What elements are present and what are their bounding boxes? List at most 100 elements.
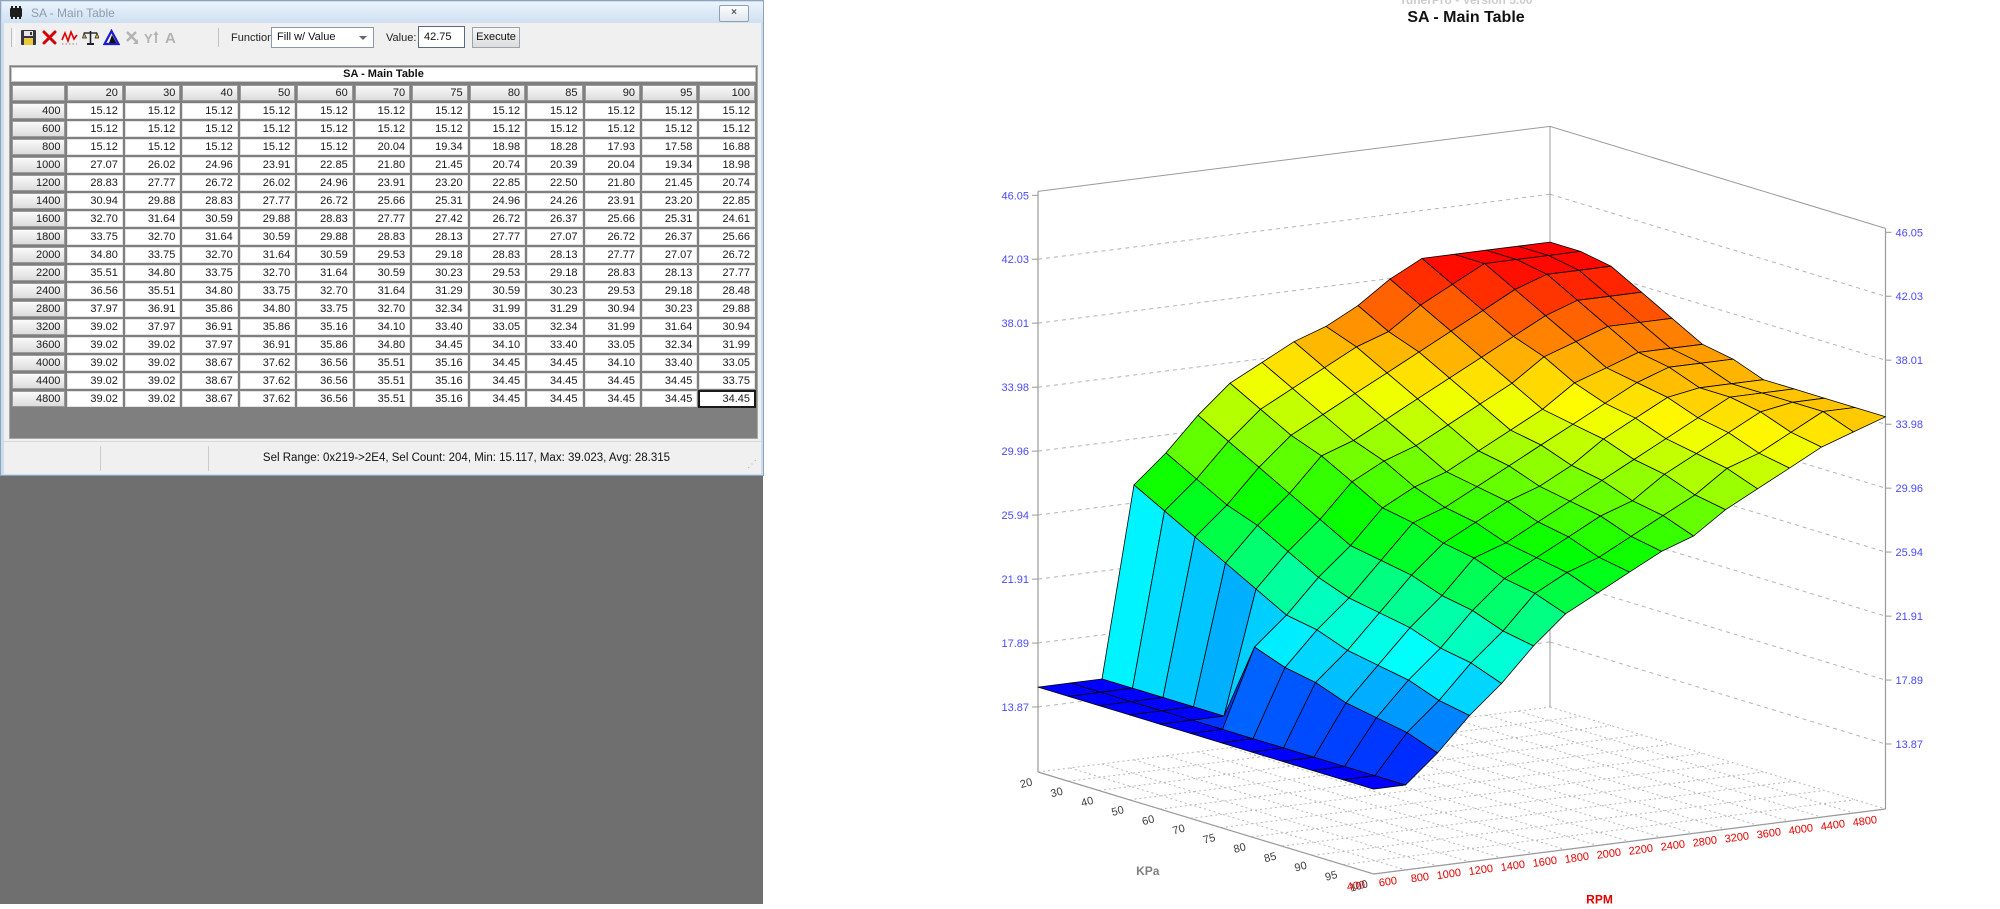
col-header[interactable]: 70: [355, 85, 410, 101]
table-cell[interactable]: 18.28: [527, 139, 582, 155]
table-cell[interactable]: 15.12: [412, 121, 467, 137]
table-cell[interactable]: 31.64: [240, 247, 295, 263]
table-cell[interactable]: 32.70: [240, 265, 295, 281]
table-cell[interactable]: 33.40: [527, 337, 582, 353]
table-cell[interactable]: 33.40: [412, 319, 467, 335]
table-cell[interactable]: 31.64: [297, 265, 352, 281]
table-cell[interactable]: 15.12: [182, 139, 237, 155]
table-cell[interactable]: 15.12: [182, 121, 237, 137]
col-header[interactable]: 40: [182, 85, 237, 101]
table-cell[interactable]: 15.12: [642, 103, 697, 119]
table-cell[interactable]: 24.26: [527, 193, 582, 209]
table-cell[interactable]: 30.94: [67, 193, 122, 209]
table-cell[interactable]: 15.12: [585, 103, 640, 119]
table-cell[interactable]: 32.34: [642, 337, 697, 353]
table-cell-selected[interactable]: 34.45: [699, 391, 755, 407]
table-cell[interactable]: 28.48: [699, 283, 755, 299]
waveform-trace-icon[interactable]: [61, 29, 78, 46]
table-cell[interactable]: 31.29: [527, 301, 582, 317]
table-cell[interactable]: 33.75: [67, 229, 122, 245]
row-header[interactable]: 3200: [12, 319, 65, 335]
row-header[interactable]: 4400: [12, 373, 65, 389]
scales-compare-icon[interactable]: [82, 29, 99, 46]
table-cell[interactable]: 17.93: [585, 139, 640, 155]
table-cell[interactable]: 37.62: [240, 373, 295, 389]
table-cell[interactable]: 39.02: [125, 355, 180, 371]
table-cell[interactable]: 29.53: [585, 283, 640, 299]
table-cell[interactable]: 15.12: [699, 121, 755, 137]
table-cell[interactable]: 33.05: [470, 319, 525, 335]
table-cell[interactable]: 33.40: [642, 355, 697, 371]
table-cell[interactable]: 24.96: [470, 193, 525, 209]
table-cell[interactable]: 27.07: [67, 157, 122, 173]
table-cell[interactable]: 28.83: [585, 265, 640, 281]
table-cell[interactable]: 33.05: [585, 337, 640, 353]
table-cell[interactable]: 34.10: [585, 355, 640, 371]
table-cell[interactable]: 22.85: [470, 175, 525, 191]
table-cell[interactable]: 34.45: [527, 373, 582, 389]
table-cell[interactable]: 36.91: [182, 319, 237, 335]
table-cell[interactable]: 37.62: [240, 355, 295, 371]
table-cell[interactable]: 35.16: [297, 319, 352, 335]
table-cell[interactable]: 23.91: [240, 157, 295, 173]
row-header[interactable]: 2000: [12, 247, 65, 263]
corner-header[interactable]: [12, 85, 65, 101]
table-cell[interactable]: 25.31: [642, 211, 697, 227]
table-cell[interactable]: 26.02: [125, 157, 180, 173]
table-cell[interactable]: 30.59: [297, 247, 352, 263]
table-cell[interactable]: 29.18: [527, 265, 582, 281]
table-cell[interactable]: 20.74: [470, 157, 525, 173]
table-cell[interactable]: 37.97: [67, 301, 122, 317]
table-cell[interactable]: 35.51: [355, 355, 410, 371]
table-cell[interactable]: 26.02: [240, 175, 295, 191]
table-cell[interactable]: 15.12: [125, 121, 180, 137]
row-header[interactable]: 1800: [12, 229, 65, 245]
table-cell[interactable]: 21.45: [412, 157, 467, 173]
col-header[interactable]: 75: [412, 85, 467, 101]
table-cell[interactable]: 30.59: [240, 229, 295, 245]
table-cell[interactable]: 27.77: [470, 229, 525, 245]
row-header[interactable]: 600: [12, 121, 65, 137]
table-cell[interactable]: 34.45: [642, 391, 697, 407]
table-cell[interactable]: 38.67: [182, 373, 237, 389]
table-cell[interactable]: 37.97: [182, 337, 237, 353]
col-header[interactable]: 30: [125, 85, 180, 101]
table-cell[interactable]: 34.45: [642, 373, 697, 389]
col-header[interactable]: 85: [527, 85, 582, 101]
table-cell[interactable]: 37.97: [125, 319, 180, 335]
close-button[interactable]: ×: [719, 5, 749, 22]
table-cell[interactable]: 29.88: [699, 301, 755, 317]
table-cell[interactable]: 15.12: [67, 103, 122, 119]
table-cell[interactable]: 15.12: [67, 139, 122, 155]
table-cell[interactable]: 27.77: [240, 193, 295, 209]
table-cell[interactable]: 36.91: [125, 301, 180, 317]
table-cell[interactable]: 20.39: [527, 157, 582, 173]
table-cell[interactable]: 22.85: [699, 193, 755, 209]
table-cell[interactable]: 37.62: [240, 391, 295, 407]
table-cell[interactable]: 30.23: [412, 265, 467, 281]
table-cell[interactable]: 17.58: [642, 139, 697, 155]
table-cell[interactable]: 32.34: [412, 301, 467, 317]
table-cell[interactable]: 31.99: [699, 337, 755, 353]
table-cell[interactable]: 39.02: [67, 319, 122, 335]
table-cell[interactable]: 15.12: [470, 121, 525, 137]
table-cell[interactable]: 28.13: [642, 265, 697, 281]
table-cell[interactable]: 34.80: [125, 265, 180, 281]
table-cell[interactable]: 29.53: [470, 265, 525, 281]
table-cell[interactable]: 27.77: [699, 265, 755, 281]
table-cell[interactable]: 39.02: [125, 391, 180, 407]
table-cell[interactable]: 36.56: [67, 283, 122, 299]
table-cell[interactable]: 21.80: [585, 175, 640, 191]
table-cell[interactable]: 25.66: [699, 229, 755, 245]
table-cell[interactable]: 38.67: [182, 391, 237, 407]
function-dropdown[interactable]: Fill w/ Value: [271, 27, 374, 48]
table-cell[interactable]: 33.75: [240, 283, 295, 299]
table-cell[interactable]: 19.34: [642, 157, 697, 173]
table-cell[interactable]: 15.12: [699, 103, 755, 119]
row-header[interactable]: 4000: [12, 355, 65, 371]
table-cell[interactable]: 15.12: [470, 103, 525, 119]
table-cell[interactable]: 25.66: [585, 211, 640, 227]
table-cell[interactable]: 15.12: [297, 103, 352, 119]
table-cell[interactable]: 28.83: [182, 193, 237, 209]
table-cell[interactable]: 29.88: [297, 229, 352, 245]
